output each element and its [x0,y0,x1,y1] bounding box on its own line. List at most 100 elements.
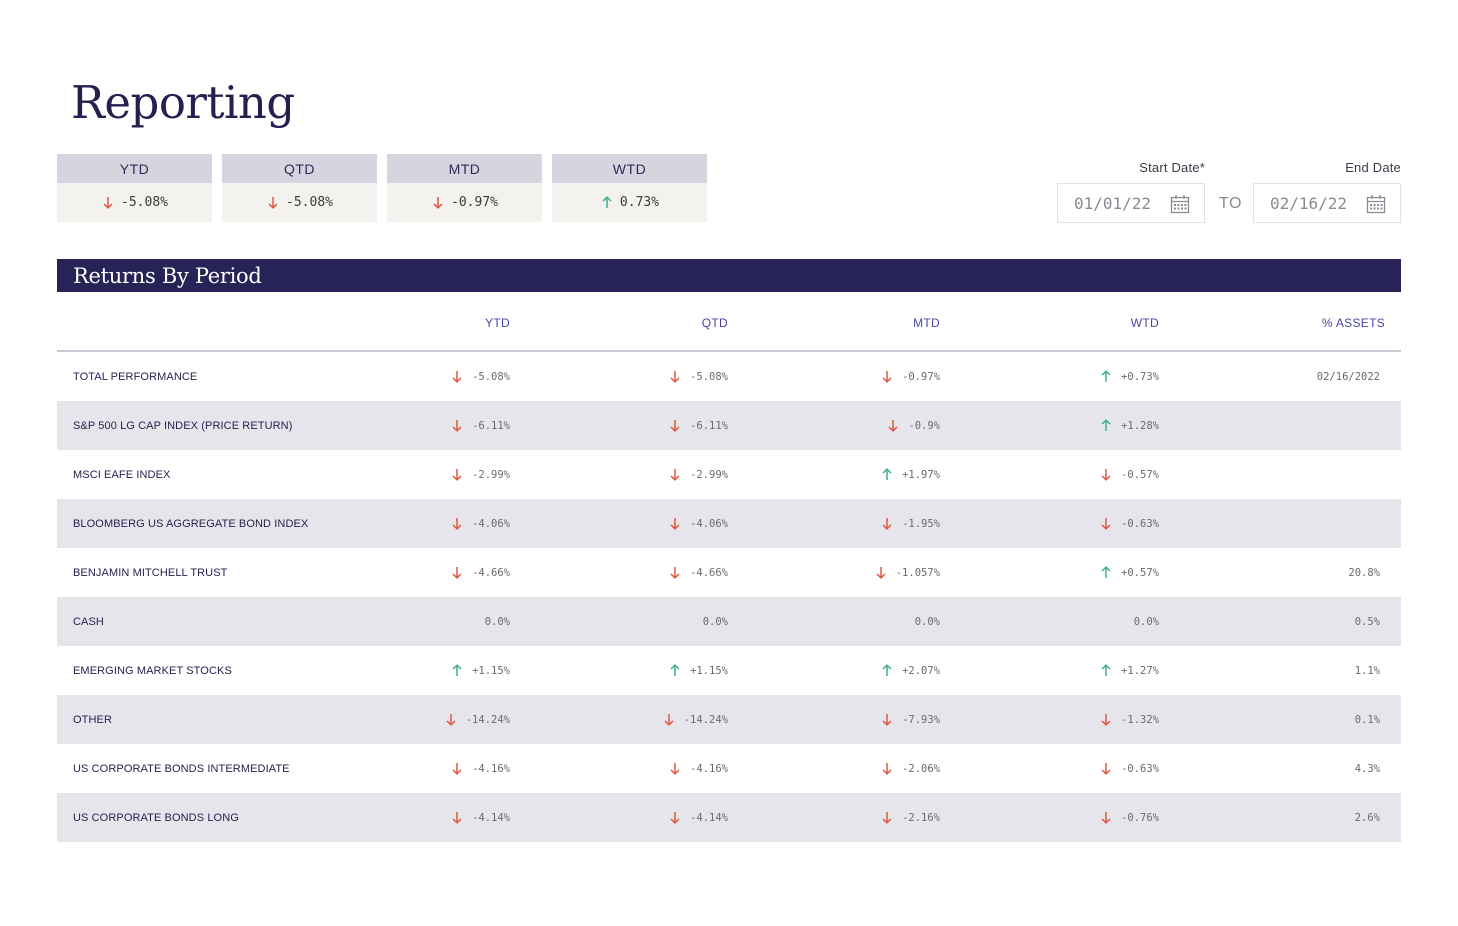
cell-wtd: +1.28% [1099,419,1159,433]
row-label: MSCI EAFE INDEX [73,468,171,481]
cell-wtd: +0.73% [1099,370,1159,384]
cell-mtd: -1.95% [880,517,940,531]
summary-card-wtd[interactable]: WTD 0.73% [552,154,707,222]
calendar-icon[interactable] [1366,194,1386,214]
summary-card-value: -0.97% [451,195,498,210]
cell-value: -0.76% [1121,811,1159,824]
row-label: EMERGING MARKET STOCKS [73,664,232,677]
arrow-up-icon [1099,419,1113,433]
cell-mtd: -0.97% [880,370,940,384]
cell-value: -1.32% [1121,713,1159,726]
arrow-down-icon [450,370,464,384]
cell-mtd: +1.97% [880,468,940,482]
cell-value: -2.99% [472,468,510,481]
cell-assets: 02/16/2022 [1316,370,1380,383]
table-row[interactable]: S&P 500 LG CAP INDEX (PRICE RETURN) -6.11… [57,401,1401,450]
cell-qtd: -5.08% [668,370,728,384]
arrow-down-icon [668,517,682,531]
calendar-icon[interactable] [1170,194,1190,214]
row-label: US CORPORATE BONDS LONG [73,811,239,824]
row-label: TOTAL PERFORMANCE [73,370,198,383]
column-header-qtd[interactable]: QTD [702,316,728,330]
table-row[interactable]: TOTAL PERFORMANCE -5.08% -5.08% -0.97% +0.73… [57,352,1401,401]
cell-value: +1.15% [472,664,510,677]
arrow-down-icon [1099,517,1113,531]
arrow-down-icon [668,762,682,776]
summary-card-ytd[interactable]: YTD -5.08% [57,154,212,222]
table-row[interactable]: OTHER -14.24% -14.24% -7.93% -1.32% 0.1% [57,695,1401,744]
cell-mtd: -1.057% [874,566,940,580]
table-row[interactable]: US CORPORATE BONDS LONG -4.14% -4.14% -2.16… [57,793,1401,842]
row-label: BENJAMIN MITCHELL TRUST [73,566,228,579]
cell-qtd: 0.0% [703,616,728,628]
cell-value: -14.24% [683,713,728,726]
arrow-down-icon [880,517,894,531]
arrow-down-icon [450,762,464,776]
cell-value: +1.15% [690,664,728,677]
cell-ytd: +1.15% [450,664,510,678]
summary-card-value: -5.08% [121,195,168,210]
arrow-down-icon [668,370,682,384]
table-row[interactable]: CASH 0.0% 0.0% 0.0% 0.0% 0.5% [57,597,1401,646]
cell-value: +0.73% [1121,370,1159,383]
column-header-ytd[interactable]: YTD [485,316,510,330]
start-date-label: Start Date* [1139,160,1205,175]
summary-card-qtd[interactable]: QTD -5.08% [222,154,377,222]
cell-value: -0.63% [1121,517,1159,530]
column-header-wtd[interactable]: WTD [1131,316,1159,330]
summary-card-label: YTD [57,154,212,183]
cell-qtd: -2.99% [668,468,728,482]
summary-card-label: QTD [222,154,377,183]
cell-wtd: +0.57% [1099,566,1159,580]
arrow-down-icon [266,196,280,210]
cell-value: -4.66% [690,566,728,579]
summary-card-body: 0.73% [552,183,707,222]
cell-wtd: -0.76% [1099,811,1159,825]
table-row[interactable]: MSCI EAFE INDEX -2.99% -2.99% +1.97% -0.57% [57,450,1401,499]
row-label: CASH [73,615,104,628]
start-date-input[interactable]: 01/01/22 [1057,183,1205,223]
table-row[interactable]: US CORPORATE BONDS INTERMEDIATE -4.16% -4.… [57,744,1401,793]
cell-qtd: +1.15% [668,664,728,678]
cell-assets: 1.1% [1354,664,1380,677]
arrow-down-icon [668,468,682,482]
arrow-down-icon [1099,762,1113,776]
arrow-up-icon [1099,664,1113,678]
table-row[interactable]: BENJAMIN MITCHELL TRUST -4.66% -4.66% -1.05… [57,548,1401,597]
cell-qtd: -4.14% [668,811,728,825]
cell-assets: 4.3% [1354,762,1380,775]
cell-value: -7.93% [902,713,940,726]
cell-ytd: -4.16% [450,762,510,776]
date-range-separator: TO [1219,195,1242,212]
arrow-down-icon [880,811,894,825]
arrow-down-icon [668,566,682,580]
cell-assets: 2.6% [1354,811,1380,824]
returns-table: Returns By Period YTD QTD MTD WTD % ASSE… [57,259,1401,842]
cell-ytd: -2.99% [450,468,510,482]
arrow-up-icon [1099,566,1113,580]
column-header-assets[interactable]: % ASSETS [1322,316,1385,330]
end-date-input[interactable]: 02/16/22 [1253,183,1401,223]
table-row[interactable]: EMERGING MARKET STOCKS +1.15% +1.15% +2.07%… [57,646,1401,695]
cell-mtd: -0.9% [886,419,940,433]
start-date-value: 01/01/22 [1074,193,1152,213]
arrow-down-icon [886,419,900,433]
cell-assets: 0.5% [1354,615,1380,628]
column-header-mtd[interactable]: MTD [913,316,940,330]
cell-wtd: -0.63% [1099,517,1159,531]
summary-card-mtd[interactable]: MTD -0.97% [387,154,542,222]
cell-ytd: 0.0% [485,616,510,628]
cell-mtd: -2.16% [880,811,940,825]
arrow-up-icon [600,196,614,210]
cell-value: -4.14% [472,811,510,824]
summary-card-body: -0.97% [387,183,542,222]
cell-ytd: -14.24% [444,713,510,727]
end-date-value: 02/16/22 [1270,193,1348,213]
cell-qtd: -4.16% [668,762,728,776]
page-title: Reporting [71,76,295,129]
cell-value: -5.08% [690,370,728,383]
cell-value: 0.0% [1133,615,1159,628]
table-row[interactable]: BLOOMBERG US AGGREGATE BOND INDEX -4.06% -… [57,499,1401,548]
cell-mtd: +2.07% [880,664,940,678]
table-body: TOTAL PERFORMANCE -5.08% -5.08% -0.97% +0.73… [57,352,1401,842]
